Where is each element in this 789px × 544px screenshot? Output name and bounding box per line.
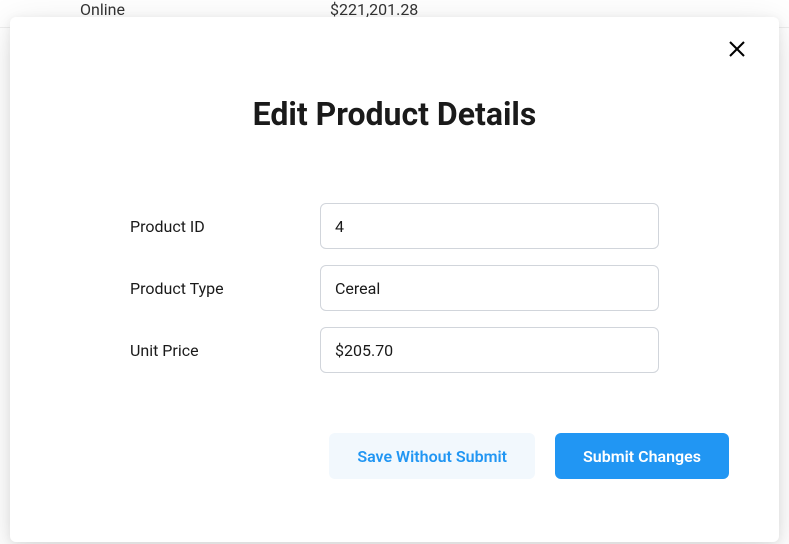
unit-price-input[interactable] <box>320 327 659 373</box>
submit-changes-button[interactable]: Submit Changes <box>555 433 729 479</box>
modal-title: Edit Product Details <box>50 95 739 133</box>
product-id-input[interactable] <box>320 203 659 249</box>
form-area: Product ID Product Type Unit Price <box>50 203 739 373</box>
close-icon <box>728 40 746 58</box>
product-type-label: Product Type <box>130 279 320 298</box>
form-row-product-type: Product Type <box>130 265 659 311</box>
form-row-unit-price: Unit Price <box>130 327 659 373</box>
edit-product-modal: Edit Product Details Product ID Product … <box>10 17 779 542</box>
button-row: Save Without Submit Submit Changes <box>50 433 739 479</box>
product-id-label: Product ID <box>130 217 320 236</box>
form-row-product-id: Product ID <box>130 203 659 249</box>
unit-price-label: Unit Price <box>130 341 320 360</box>
product-type-input[interactable] <box>320 265 659 311</box>
save-without-submit-button[interactable]: Save Without Submit <box>329 433 535 479</box>
close-button[interactable] <box>723 35 751 63</box>
